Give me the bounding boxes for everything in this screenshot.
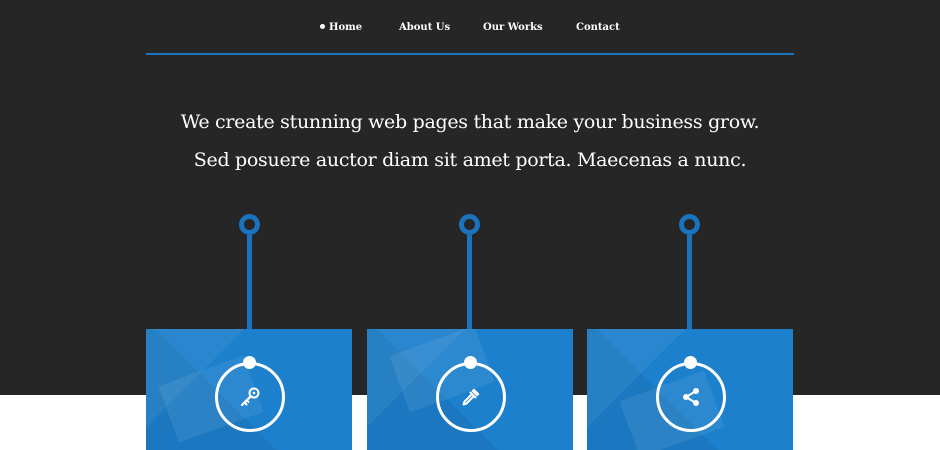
- nav-item-our-works[interactable]: Our Works: [483, 18, 543, 38]
- connector-stem-2: [467, 235, 472, 329]
- nav-item-home-label: Home: [329, 22, 363, 33]
- nav-item-contact-label: Contact: [576, 22, 620, 33]
- hero-headline: We create stunning web pages that make y…: [180, 111, 760, 133]
- icon-circle: [656, 362, 726, 432]
- nav-divider: [146, 53, 794, 55]
- nav-item-our-works-label: Our Works: [483, 22, 543, 33]
- nav-item-home[interactable]: Home: [320, 18, 362, 38]
- nav-item-about-us-label: About Us: [399, 22, 451, 33]
- connector-stem-1: [247, 235, 252, 329]
- nav-item-contact[interactable]: Contact: [576, 18, 620, 38]
- feature-card-1[interactable]: [146, 329, 352, 450]
- icon-circle-dot: [243, 356, 256, 369]
- feature-card-2[interactable]: [367, 329, 573, 450]
- connector-ring-2: [459, 214, 480, 235]
- key-icon: [240, 387, 260, 407]
- connector-stem-3: [687, 235, 692, 329]
- main-nav: Home About Us Our Works Contact: [0, 18, 940, 38]
- pipette-icon: [462, 388, 480, 406]
- share-icon: [683, 388, 699, 406]
- connector-ring-1: [239, 214, 260, 235]
- nav-item-about-us[interactable]: About Us: [399, 18, 450, 38]
- feature-card-3[interactable]: [587, 329, 793, 450]
- icon-circle-dot: [464, 356, 477, 369]
- connector-ring-3: [679, 214, 700, 235]
- hero-subheadline: Sed posuere auctor diam sit amet porta. …: [193, 149, 747, 171]
- icon-circle: [436, 362, 506, 432]
- icon-circle-dot: [684, 356, 697, 369]
- icon-circle: [215, 362, 285, 432]
- active-dot-icon: [320, 24, 325, 29]
